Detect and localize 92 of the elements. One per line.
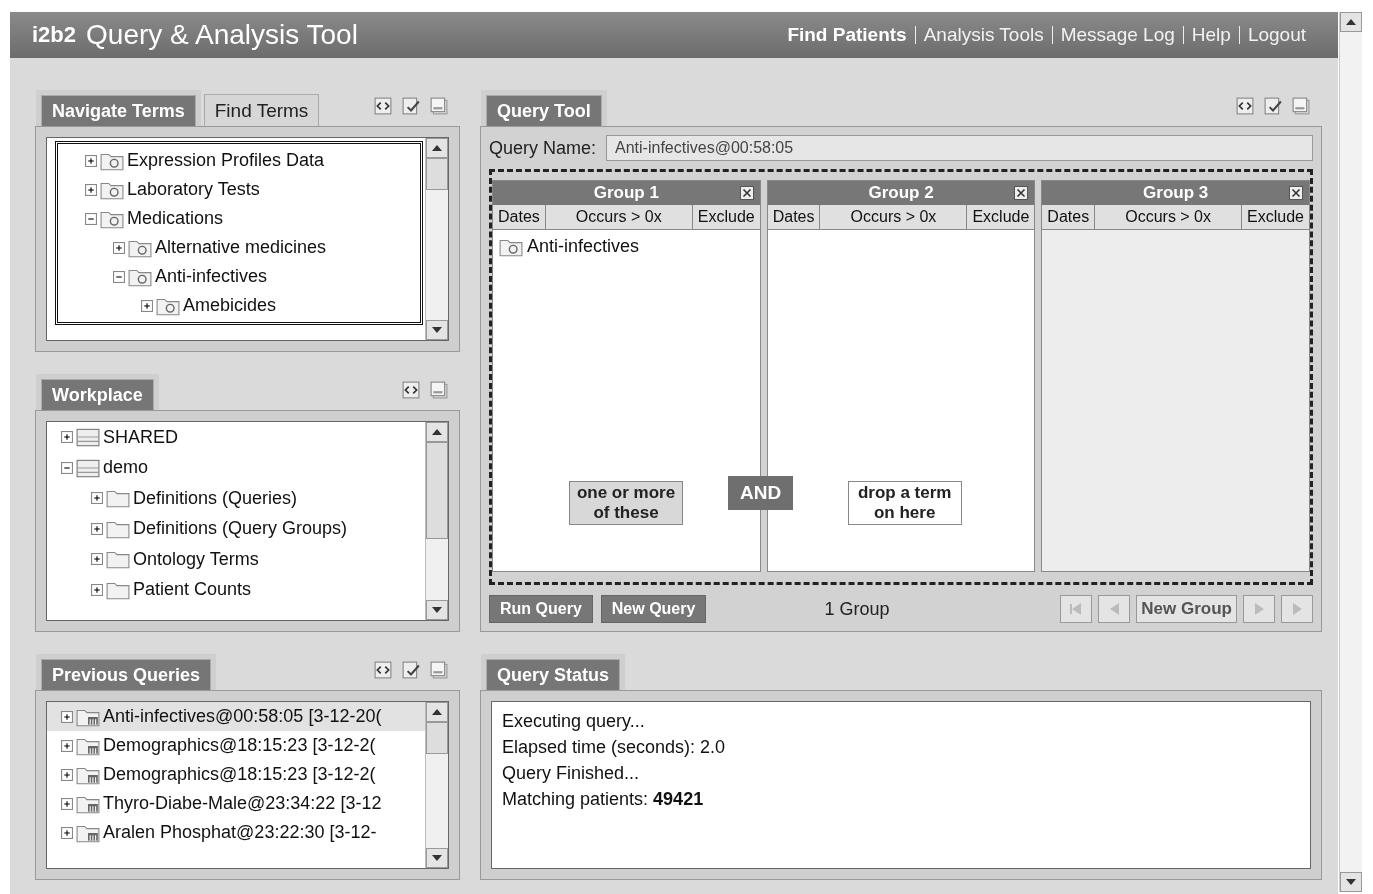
query-name: Demographics@18:15:23 [3-12-2( <box>103 735 376 756</box>
column-button[interactable]: Dates <box>493 205 546 229</box>
query-name: Anti-infectives@00:58:05 [3-12-20( <box>103 706 382 727</box>
tree-item[interactable]: Expression Profiles Data <box>127 150 325 171</box>
action-button[interactable]: New Query <box>600 595 707 623</box>
tree-item[interactable]: Definitions (Queries) <box>133 487 298 509</box>
nav-link[interactable]: Logout <box>1239 24 1314 46</box>
nav-link[interactable]: Analysis Tools <box>915 24 1052 46</box>
hint-box: one or more of these <box>569 481 683 525</box>
tree-item[interactable]: Patient Counts <box>133 579 252 601</box>
query-name-field[interactable]: Anti-infectives@00:58:05 <box>606 135 1313 161</box>
expand-toggle[interactable] <box>91 553 103 566</box>
close-icon[interactable] <box>1289 186 1303 200</box>
tree-scrollbar[interactable] <box>425 138 448 340</box>
tree-item[interactable]: Laboratory Tests <box>127 179 260 200</box>
expand-toggle[interactable] <box>85 183 97 196</box>
hint-box: drop a term on here <box>847 481 962 525</box>
expand-toggle[interactable] <box>141 299 153 312</box>
nav-link[interactable]: Find Patients <box>779 24 915 46</box>
group-title: Group 1 <box>593 183 659 203</box>
column-button[interactable]: Exclude <box>692 205 760 229</box>
status-line: Matching patients: 49421 <box>502 788 705 811</box>
expand-toggle[interactable] <box>113 270 125 283</box>
folder-icon <box>106 488 130 509</box>
expand-toggle[interactable] <box>91 522 103 535</box>
group-title: Group 3 <box>1143 183 1209 203</box>
checklist-icon[interactable] <box>402 661 420 679</box>
checklist-icon[interactable] <box>402 97 420 115</box>
new-group-button[interactable]: New Group <box>1136 595 1237 623</box>
query-name: Thyro-Diabe-Male@23:34:22 [3-12 <box>103 793 382 814</box>
tree-item[interactable]: demo <box>103 457 149 479</box>
group-title: Group 2 <box>868 183 934 203</box>
tree-item[interactable]: Anti-infectives <box>155 266 268 287</box>
tree-scrollbar[interactable] <box>425 422 448 620</box>
nav-link[interactable]: Message Log <box>1052 24 1183 46</box>
query-row[interactable]: Demographics@18:15:23 [3-12-2( <box>47 760 426 789</box>
window-icon[interactable] <box>1292 97 1310 115</box>
tree-scrollbar[interactable] <box>425 702 448 868</box>
query-row[interactable]: Thyro-Diabe-Male@23:34:22 [3-12 <box>47 789 426 818</box>
app-logo: i2b2 <box>32 22 77 48</box>
tree-item[interactable]: SHARED <box>103 426 178 448</box>
drawer-icon <box>76 427 100 448</box>
expand-toggle[interactable] <box>61 797 73 810</box>
column-button[interactable]: Dates <box>767 205 821 229</box>
code-icon[interactable] <box>374 97 392 115</box>
checklist-icon[interactable] <box>1264 97 1282 115</box>
expand-toggle[interactable] <box>113 241 125 254</box>
expand-toggle[interactable] <box>61 461 73 474</box>
folder-icon <box>106 549 130 570</box>
query-row[interactable]: Demographics@18:15:23 [3-12-2( <box>47 731 426 760</box>
group-count: 1 Group <box>824 598 890 620</box>
app-title: Query & Analysis Tool <box>86 19 358 51</box>
status-line: Executing query... <box>502 710 646 733</box>
tree-item[interactable]: Medications <box>127 208 224 229</box>
nav-link[interactable]: Help <box>1183 24 1239 46</box>
status-line: Query Finished... <box>502 762 641 785</box>
column-button[interactable]: Exclude <box>967 205 1035 229</box>
drawer-icon <box>76 457 100 478</box>
and-connector: AND <box>728 476 794 510</box>
window-icon[interactable] <box>430 97 448 115</box>
query-row[interactable]: Aralen Phosphat@23:22:30 [3-12- <box>47 818 426 847</box>
expand-toggle[interactable] <box>61 768 73 781</box>
close-icon[interactable] <box>739 186 754 200</box>
expand-toggle[interactable] <box>91 583 103 596</box>
expand-toggle[interactable] <box>61 826 73 839</box>
code-icon[interactable] <box>1236 97 1254 115</box>
expand-toggle[interactable] <box>61 710 73 723</box>
query-row[interactable]: Anti-infectives@00:58:05 [3-12-20( <box>47 702 426 731</box>
window-icon[interactable] <box>430 661 448 679</box>
expand-toggle[interactable] <box>85 154 97 167</box>
window-icon[interactable] <box>430 381 448 399</box>
query-name: Aralen Phosphat@23:22:30 [3-12- <box>103 822 377 843</box>
expand-toggle[interactable] <box>61 431 73 444</box>
code-icon[interactable] <box>374 661 392 679</box>
tree-item[interactable]: Ontology Terms <box>133 548 259 570</box>
tree-item[interactable]: Amebicides <box>183 295 277 316</box>
page-scrollbar[interactable] <box>1339 12 1362 892</box>
panel-tab[interactable]: Find Terms <box>203 94 320 127</box>
tree-item[interactable]: Definitions (Query Groups) <box>133 518 348 540</box>
close-icon[interactable] <box>1014 186 1029 200</box>
group-term[interactable]: Anti-infectives <box>527 236 640 257</box>
status-line: Elapsed time (seconds): 2.0 <box>502 736 727 759</box>
expand-toggle[interactable] <box>85 212 97 225</box>
expand-toggle[interactable] <box>91 492 103 505</box>
query-name: Demographics@18:15:23 [3-12-2( <box>103 764 376 785</box>
column-button[interactable]: Occurs > 0x <box>820 205 968 229</box>
field-label: Query Name: <box>489 137 597 159</box>
column-button[interactable]: Occurs > 0x <box>545 205 693 229</box>
action-button[interactable]: Run Query <box>489 595 593 623</box>
tree-item[interactable]: Alternative medicines <box>155 237 327 258</box>
code-icon[interactable] <box>402 381 420 399</box>
expand-toggle[interactable] <box>61 739 73 752</box>
